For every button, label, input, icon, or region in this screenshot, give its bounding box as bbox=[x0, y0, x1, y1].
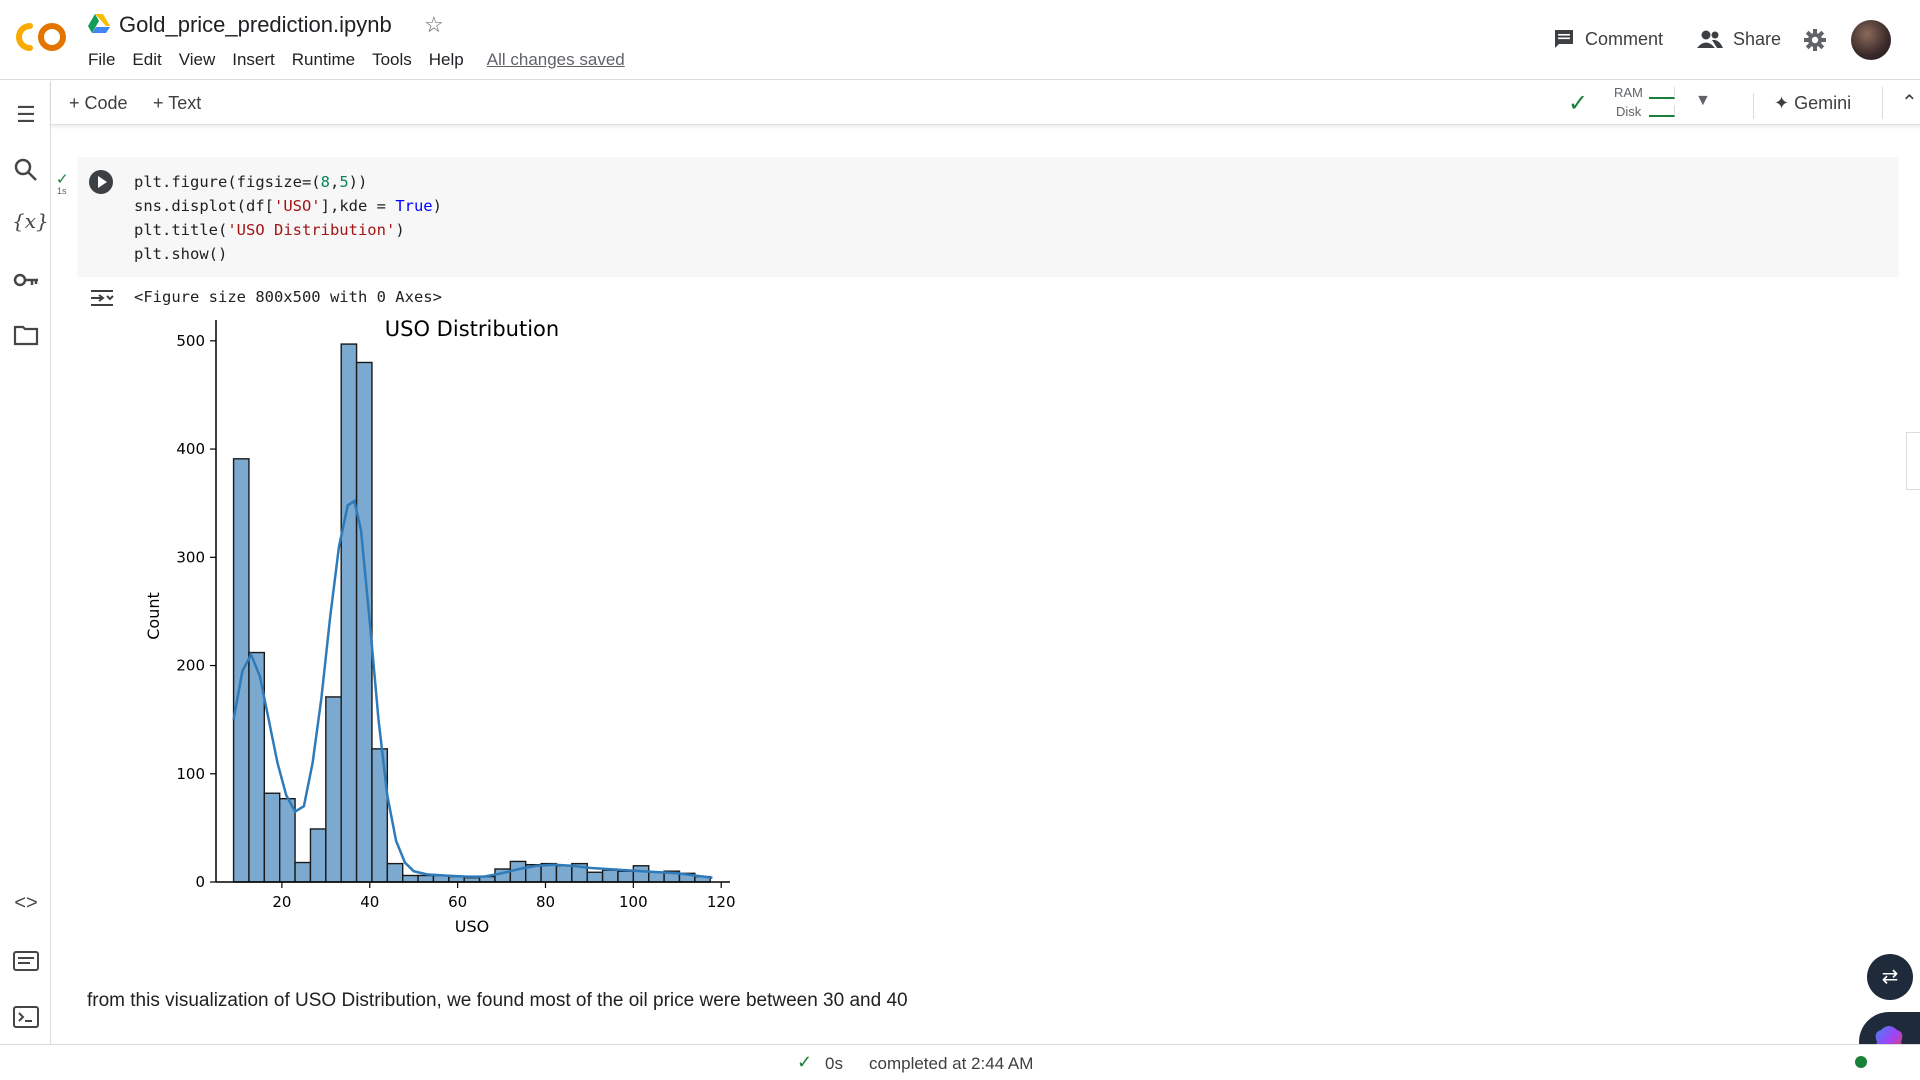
histogram-bar bbox=[601, 869, 619, 883]
menu-help[interactable]: Help bbox=[429, 50, 464, 70]
disk-label: Disk bbox=[1616, 104, 1642, 119]
menu-insert[interactable]: Insert bbox=[232, 50, 275, 70]
output-toggle-icon[interactable] bbox=[89, 287, 115, 309]
histogram-bar bbox=[586, 871, 604, 883]
connected-check-icon[interactable]: ✓ bbox=[1568, 89, 1588, 118]
code-line: plt.figure(figsize=(8,5)) bbox=[134, 173, 368, 191]
histogram-bar bbox=[648, 871, 665, 883]
connection-status-dot bbox=[1855, 1056, 1867, 1068]
table-of-contents-icon[interactable]: ☰ bbox=[12, 102, 40, 130]
kde-line bbox=[232, 498, 713, 879]
scrollbar-thumb[interactable] bbox=[1906, 432, 1920, 490]
comment-icon bbox=[1555, 30, 1573, 48]
people-icon bbox=[1697, 30, 1723, 48]
menu-edit[interactable]: Edit bbox=[132, 50, 161, 70]
histogram-bar bbox=[402, 874, 419, 883]
variables-icon[interactable]: {x} bbox=[12, 209, 49, 237]
histogram-bar bbox=[555, 865, 573, 883]
app-header: Gold_price_prediction.ipynb ☆ File Edit … bbox=[0, 0, 1920, 80]
gemini-label: Gemini bbox=[1794, 93, 1852, 113]
x-tick-label: 80 bbox=[536, 893, 555, 911]
code-snippets-icon[interactable]: <> bbox=[12, 892, 40, 920]
x-tick-label: 100 bbox=[619, 893, 648, 911]
x-tick-label: 40 bbox=[360, 893, 379, 911]
ram-label: RAM bbox=[1614, 85, 1643, 100]
user-avatar[interactable] bbox=[1851, 20, 1891, 60]
status-duration: 0s bbox=[825, 1054, 843, 1073]
menu-view[interactable]: View bbox=[179, 50, 216, 70]
histogram-bar bbox=[263, 792, 281, 883]
y-tick-label: 400 bbox=[176, 440, 205, 458]
histogram-bar bbox=[632, 865, 650, 883]
comment-button[interactable]: Comment bbox=[1553, 28, 1663, 50]
code-editor[interactable]: plt.figure(figsize=(8,5)) sns.displot(df[… bbox=[134, 170, 442, 266]
save-status[interactable]: All changes saved bbox=[487, 50, 625, 70]
menu-file[interactable]: File bbox=[88, 50, 115, 70]
menu-tools[interactable]: Tools bbox=[372, 50, 412, 70]
key-icon[interactable] bbox=[12, 266, 40, 294]
status-completed-text[interactable]: completed at 2:44 AM bbox=[869, 1054, 1033, 1074]
settings-gear-icon[interactable] bbox=[1803, 28, 1827, 52]
x-tick-label: 20 bbox=[272, 893, 291, 911]
y-tick-label: 500 bbox=[176, 332, 205, 350]
x-tick-label: 120 bbox=[707, 893, 736, 911]
folder-icon[interactable] bbox=[12, 321, 40, 349]
menu-bar: File Edit View Insert Runtime Tools Help… bbox=[88, 50, 642, 70]
notebook-toolbar: + Code + Text ✓ RAM Disk ▼ ✦ Gemini ⌃ bbox=[51, 81, 1920, 125]
command-palette-icon[interactable] bbox=[12, 947, 40, 975]
chart-title: USO Distribution bbox=[385, 317, 559, 341]
collapse-chevron-icon[interactable]: ⌃ bbox=[1882, 87, 1918, 119]
share-label: Share bbox=[1733, 28, 1782, 49]
code-line: plt.title('USO Distribution') bbox=[134, 221, 405, 239]
share-button[interactable]: Share bbox=[1697, 28, 1781, 50]
y-axis-label: Count bbox=[144, 592, 163, 640]
colab-logo[interactable] bbox=[14, 18, 70, 56]
x-tick-label: 60 bbox=[448, 893, 467, 911]
histogram-bar bbox=[309, 828, 327, 883]
comment-label: Comment bbox=[1585, 28, 1664, 49]
y-tick-label: 100 bbox=[176, 765, 205, 783]
terminal-icon[interactable] bbox=[12, 1003, 40, 1031]
histogram-bar bbox=[386, 862, 404, 883]
search-icon[interactable] bbox=[12, 156, 40, 184]
histogram-bar bbox=[617, 870, 635, 883]
disk-meter bbox=[1649, 105, 1675, 117]
status-bar: ✓ 0s completed at 2:44 AM bbox=[0, 1044, 1920, 1080]
translate-icon[interactable]: ⇄ bbox=[1867, 954, 1913, 1000]
histogram-bar bbox=[294, 861, 312, 883]
run-cell-button[interactable] bbox=[89, 170, 113, 194]
histogram-bar bbox=[279, 797, 296, 883]
figure-output-text: <Figure size 800x500 with 0 Axes> bbox=[134, 288, 442, 306]
code-line: plt.show() bbox=[134, 245, 228, 263]
x-axis-label: USO bbox=[455, 917, 489, 936]
markdown-text-cell[interactable]: from this visualization of USO Distribut… bbox=[87, 990, 908, 1012]
left-sidebar: ☰ {x} <> bbox=[0, 81, 51, 1044]
runtime-dropdown-icon[interactable]: ▼ bbox=[1695, 92, 1711, 110]
star-icon[interactable]: ☆ bbox=[424, 12, 444, 38]
gemini-button[interactable]: ✦ Gemini bbox=[1753, 93, 1851, 119]
uso-distribution-chart: USO Distribution 20 40 60 80 100 120 0 100 200 30… bbox=[144, 317, 736, 936]
notebook-title[interactable]: Gold_price_prediction.ipynb bbox=[119, 12, 392, 38]
add-code-button[interactable]: + Code bbox=[69, 93, 128, 114]
ram-meter bbox=[1649, 87, 1675, 99]
menu-runtime[interactable]: Runtime bbox=[292, 50, 355, 70]
histogram-bar bbox=[340, 343, 358, 883]
sparkle-icon: ✦ bbox=[1774, 93, 1790, 113]
add-text-button[interactable]: + Text bbox=[153, 93, 201, 114]
code-line: sns.displot(df['USO'],kde = True) bbox=[134, 197, 442, 215]
histogram-bar bbox=[325, 696, 342, 883]
google-drive-icon[interactable] bbox=[88, 14, 110, 34]
y-tick-label: 0 bbox=[195, 873, 205, 891]
execution-time: 1s bbox=[57, 186, 67, 196]
y-tick-label: 300 bbox=[176, 548, 205, 566]
y-tick-label: 200 bbox=[176, 657, 205, 675]
status-check-icon: ✓ bbox=[797, 1052, 813, 1072]
histogram-bar bbox=[417, 874, 435, 883]
